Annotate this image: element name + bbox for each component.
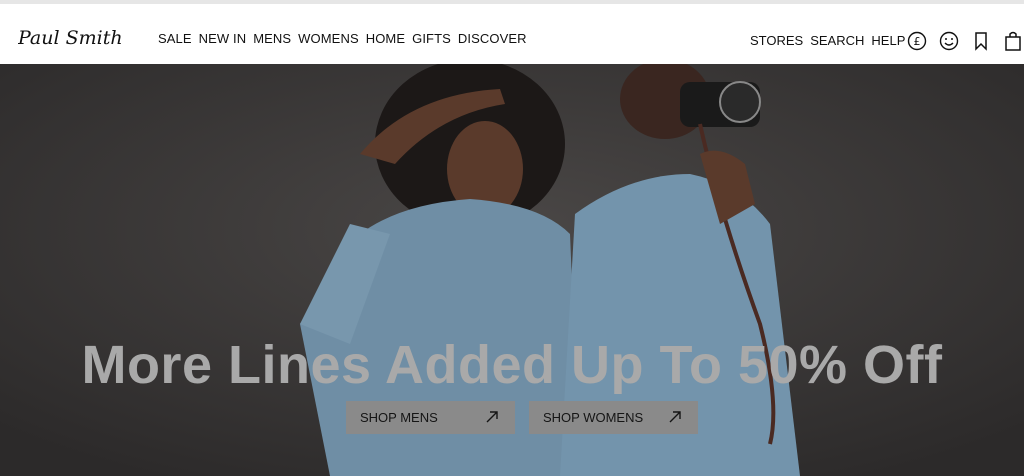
logo-wordmark: Paul Smith — [18, 27, 123, 49]
shop-mens-button[interactable]: SHOP MENS — [346, 401, 515, 434]
arrow-up-right-icon — [669, 411, 681, 423]
paul-smith-logo[interactable]: Paul Smith — [18, 22, 142, 52]
nav-mens[interactable]: MENS — [253, 31, 291, 46]
nav-new-in[interactable]: NEW IN — [199, 31, 247, 46]
nav-gifts[interactable]: GIFTS — [412, 31, 451, 46]
bookmark-icon[interactable] — [970, 30, 992, 52]
secondary-nav: STORES SEARCH HELP — [750, 33, 905, 48]
shop-womens-button[interactable]: SHOP WOMENS — [529, 401, 698, 434]
arrow-up-right-icon — [486, 411, 498, 423]
nav-womens[interactable]: WOMENS — [298, 31, 359, 46]
nav-stores[interactable]: STORES — [750, 33, 803, 48]
hero-banner[interactable]: More Lines Added Up To 50% Off SHOP MENS… — [0, 64, 1024, 476]
header-icons: £ — [906, 30, 1024, 52]
account-smile-icon[interactable] — [938, 30, 960, 52]
primary-nav: SALE NEW IN MENS WOMENS HOME GIFTS DISCO… — [158, 31, 527, 46]
svg-text:£: £ — [914, 35, 921, 48]
nav-home[interactable]: HOME — [366, 31, 405, 46]
currency-pound-icon[interactable]: £ — [906, 30, 928, 52]
bag-icon[interactable] — [1002, 30, 1024, 52]
nav-sale[interactable]: SALE — [158, 31, 192, 46]
nav-discover[interactable]: DISCOVER — [458, 31, 527, 46]
shop-womens-label: SHOP WOMENS — [543, 410, 644, 425]
nav-help[interactable]: HELP — [871, 33, 905, 48]
site-header: Paul Smith SALE NEW IN MENS WOMENS HOME … — [0, 0, 1024, 68]
hero-headline: More Lines Added Up To 50% Off — [81, 335, 943, 395]
shop-mens-label: SHOP MENS — [360, 410, 438, 425]
nav-search[interactable]: SEARCH — [810, 33, 864, 48]
